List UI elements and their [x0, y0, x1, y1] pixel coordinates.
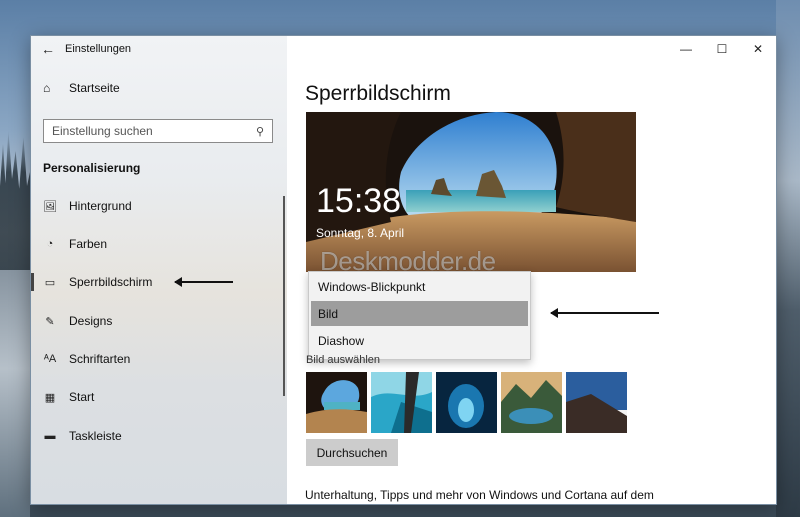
app-title: Einstellungen: [65, 43, 132, 55]
choose-image-label: Bild auswählen: [306, 354, 380, 366]
background-dropdown-list[interactable]: Windows-Blickpunkt Bild Diashow: [308, 271, 531, 360]
sidebar-item-label: Hintergrund: [69, 199, 132, 213]
close-icon[interactable]: ✕: [740, 36, 776, 62]
home-link[interactable]: ⌂ Startseite: [43, 81, 120, 95]
dropdown-option-bild[interactable]: Bild: [311, 301, 528, 326]
fonts-icon: ᴬA: [43, 353, 57, 365]
thumbnail-ocean[interactable]: [371, 372, 432, 433]
sidebar-item-schriftarten[interactable]: ᴬA Schriftarten: [31, 340, 287, 378]
main-content: — ☐ ✕ Sperrbildschirm 15:38 Sonntag, 8. …: [287, 36, 776, 504]
back-arrow-icon[interactable]: ←: [31, 36, 65, 62]
dropdown-option-diashow[interactable]: Diashow: [311, 328, 528, 353]
sidebar-item-start[interactable]: ▦ Start: [31, 378, 287, 416]
sidebar-item-sperrbildschirm[interactable]: ▭ Sperrbildschirm: [31, 263, 287, 301]
search-icon[interactable]: ⚲: [256, 125, 264, 138]
sidebar-item-label: Taskleiste: [69, 429, 122, 443]
sidebar-item-hintergrund[interactable]: 🖼 Hintergrund: [31, 187, 287, 225]
window-controls: — ☐ ✕: [668, 36, 776, 62]
palette-icon: ◔: [46, 238, 54, 250]
home-label: Startseite: [69, 81, 120, 95]
minimize-icon[interactable]: —: [668, 36, 704, 62]
watermark: Deskmodder.de: [320, 246, 496, 272]
thumbnail-coast[interactable]: [566, 372, 627, 433]
sidebar-item-taskleiste[interactable]: ▬ Taskleiste: [31, 417, 287, 455]
sidebar-item-label: Designs: [69, 314, 113, 328]
lockscreen-time: 15:38: [316, 182, 402, 220]
sidebar-item-label: Start: [69, 390, 95, 404]
image-thumbnails: [306, 372, 627, 433]
sidebar-scrollbar[interactable]: [283, 196, 285, 396]
annotation-arrow-icon: [550, 309, 659, 317]
thumbnail-ice-cave[interactable]: [436, 372, 497, 433]
footer-text: Unterhaltung, Tipps und mehr von Windows…: [305, 488, 654, 502]
annotation-arrow-icon: [174, 278, 233, 286]
sidebar-item-designs[interactable]: ✎ Designs: [31, 302, 287, 340]
page-title: Sperrbildschirm: [305, 82, 451, 105]
desktop-background-lake: [0, 270, 30, 517]
taskbar-icon: ▬: [44, 430, 56, 442]
desktop-background-right: [776, 0, 800, 517]
search-input[interactable]: Einstellung suchen ⚲: [43, 119, 273, 143]
start-icon: ▦: [44, 391, 56, 404]
settings-window: ← Einstellungen ⌂ Startseite Einstellung…: [30, 35, 777, 505]
dropdown-option-blickpunkt[interactable]: Windows-Blickpunkt: [311, 274, 528, 299]
browse-button[interactable]: Durchsuchen: [306, 439, 398, 466]
lockscreen-preview: 15:38 Sonntag, 8. April Deskmodder.de: [306, 112, 636, 272]
title-bar: ← Einstellungen: [31, 36, 287, 62]
thumbnail-cave[interactable]: [306, 372, 367, 433]
thumbnail-mountain-lake[interactable]: [501, 372, 562, 433]
lockscreen-date: Sonntag, 8. April: [316, 226, 405, 240]
search-placeholder: Einstellung suchen: [52, 124, 153, 138]
desktop-background-trees: [0, 130, 30, 270]
sidebar-item-label: Schriftarten: [69, 352, 131, 366]
section-title: Personalisierung: [43, 161, 141, 175]
maximize-icon[interactable]: ☐: [704, 36, 740, 62]
designs-icon: ✎: [45, 315, 55, 328]
sidebar-item-farben[interactable]: ◔ Farben: [31, 225, 287, 263]
sidebar: ← Einstellungen ⌂ Startseite Einstellung…: [31, 36, 287, 504]
sidebar-item-label: Sperrbildschirm: [69, 275, 153, 289]
image-icon: 🖼: [43, 200, 57, 213]
sidebar-item-label: Farben: [69, 237, 108, 251]
home-icon: ⌂: [43, 81, 51, 95]
lockscreen-icon: ▭: [44, 276, 56, 289]
